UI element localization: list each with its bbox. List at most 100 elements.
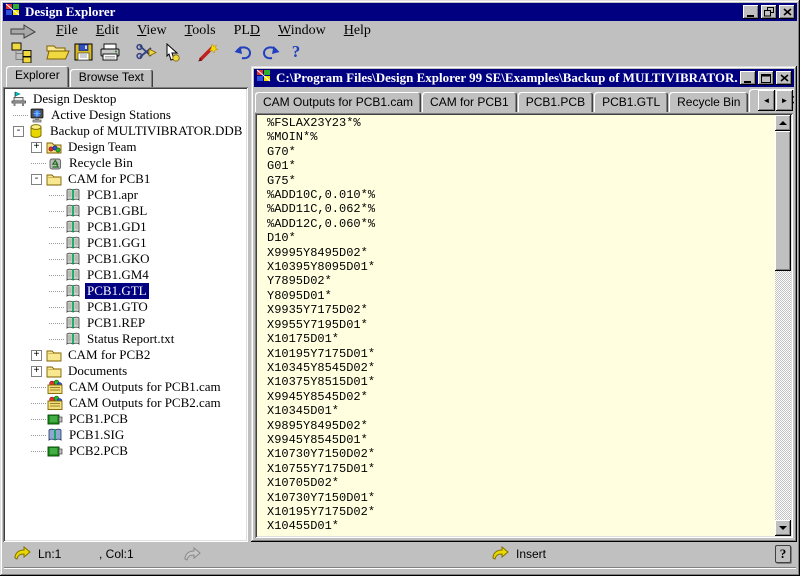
bottom-divider <box>4 567 796 569</box>
editor-line: G75* <box>267 174 771 188</box>
tab-browse-text[interactable]: Browse Text <box>70 69 153 87</box>
recycle-icon <box>47 155 63 171</box>
tree-item-pcb1-sig[interactable]: PCB1.SIG <box>5 427 246 443</box>
open-folder-button[interactable] <box>45 41 71 63</box>
expand-box[interactable]: + <box>31 350 42 361</box>
document-tab-cam-for-pcb1[interactable]: CAM for PCB1 <box>422 92 517 112</box>
doc-minimize-button[interactable] <box>740 71 756 85</box>
toolbar: ? <box>3 40 797 64</box>
tree-item-cam-for-pcb1[interactable]: -CAM for PCB1 <box>5 171 246 187</box>
cut-button[interactable] <box>133 41 159 63</box>
expand-box[interactable]: + <box>31 366 42 377</box>
tree-item-label: Active Design Stations <box>49 107 173 123</box>
tab-scroll-right-button[interactable]: ► <box>776 90 793 111</box>
team-folder-icon <box>46 139 62 155</box>
tree-item-pcb1-gd1[interactable]: PCB1.GD1 <box>5 219 246 235</box>
tree-item-design-team[interactable]: + Design Team <box>5 139 246 155</box>
minimize-button[interactable] <box>743 5 759 19</box>
menu-edit[interactable]: Edit <box>87 22 128 39</box>
document-tab-label: CAM Outputs for PCB1.cam <box>263 95 413 109</box>
collapse-box[interactable]: - <box>31 174 42 185</box>
tab-explorer[interactable]: Explorer <box>6 66 69 87</box>
tree-item-label: PCB2.PCB <box>67 443 130 459</box>
gerber-doc-icon <box>65 235 81 251</box>
tree-item-pcb1-gbl[interactable]: PCB1.GBL <box>5 203 246 219</box>
menu-file[interactable]: File <box>47 22 87 39</box>
doc-close-button[interactable] <box>776 71 792 85</box>
tree-item-cam-for-pcb2[interactable]: +CAM for PCB2 <box>5 347 246 363</box>
document-tab-pcb1-pcb[interactable]: PCB1.PCB <box>518 92 593 112</box>
editor-line: X9895Y8495D02* <box>267 419 771 433</box>
print-button[interactable] <box>97 41 123 63</box>
save-button[interactable] <box>71 41 97 63</box>
tree-connector <box>49 227 64 228</box>
menu-help[interactable]: Help <box>335 22 380 39</box>
document-tab-recycle-bin[interactable]: Recycle Bin <box>669 92 748 112</box>
restore-button[interactable] <box>761 5 777 19</box>
pcb-icon <box>47 443 63 459</box>
document-tabs-strip: CAM Outputs for PCB1.camCAM for PCB1PCB1… <box>255 89 794 112</box>
tree-connector <box>49 275 64 276</box>
tree-item-cam-outputs-for-pcb1-cam[interactable]: CAM Outputs for PCB1.cam <box>5 379 246 395</box>
tree-item-recycle-bin[interactable]: Recycle Bin <box>5 155 246 171</box>
explorer-tree[interactable]: Design DesktopActive Design Stations-Bac… <box>3 87 248 542</box>
tree-connector <box>31 451 46 452</box>
tab-scroll-left-button[interactable]: ◄ <box>758 90 775 111</box>
tree-item-design-desktop[interactable]: Design Desktop <box>5 91 246 107</box>
menu-arrow-icon[interactable] <box>9 23 39 39</box>
gerber-doc-icon <box>65 203 81 219</box>
doc-maximize-button[interactable] <box>758 71 774 85</box>
tree-item-documents[interactable]: +Documents <box>5 363 246 379</box>
tree-item-label: Design Team <box>66 139 139 155</box>
document-tab-cam-outputs-for-pcb1-cam[interactable]: CAM Outputs for PCB1.cam <box>255 92 421 112</box>
gerber-doc-icon <box>65 315 81 331</box>
tree-item-label: PCB1.SIG <box>67 427 126 443</box>
help-button[interactable]: ? <box>283 41 309 63</box>
editor-line: %MOIN*% <box>267 130 771 144</box>
document-tab-pcb1-gtl[interactable]: PCB1.GTL <box>594 92 668 112</box>
editor-line: X10175D01* <box>267 332 771 346</box>
tree-item-pcb2-pcb[interactable]: PCB2.PCB <box>5 443 246 459</box>
close-button[interactable] <box>779 5 795 19</box>
menu-pld[interactable]: PLD <box>225 22 269 39</box>
document-tabs: CAM Outputs for PCB1.camCAM for PCB1PCB1… <box>254 88 794 112</box>
tree-item-pcb1-pcb[interactable]: PCB1.PCB <box>5 411 246 427</box>
gerber-doc-icon <box>65 331 81 347</box>
tree-item-backup-of-multivibrator-ddb[interactable]: -Backup of MULTIVIBRATOR.DDB <box>5 123 246 139</box>
editor-line: %ADD12C,0.060*% <box>267 217 771 231</box>
tree-item-pcb1-apr[interactable]: PCB1.apr <box>5 187 246 203</box>
status-help-button[interactable]: ? <box>775 545 791 563</box>
text-editor[interactable]: %FSLAX23Y23*%%MOIN*%G70*G01*G75*%ADD10C,… <box>255 113 793 538</box>
explorer-toggle-button[interactable] <box>9 41 35 63</box>
menu-tools[interactable]: Tools <box>176 22 225 39</box>
editor-line: X10755Y7175D01* <box>267 462 771 476</box>
tree-item-label: PCB1.apr <box>85 187 140 203</box>
expand-box[interactable]: + <box>31 142 42 153</box>
tree-item-active-design-stations[interactable]: Active Design Stations <box>5 107 246 123</box>
editor-line: %ADD11C,0.062*% <box>267 202 771 216</box>
pick-button[interactable] <box>159 41 185 63</box>
tree-item-label: PCB1.GM4 <box>85 267 151 283</box>
tree-connector <box>13 115 28 116</box>
editor-line: X10730Y7150D02* <box>267 447 771 461</box>
menu-view[interactable]: View <box>128 22 176 39</box>
tree-item-label: PCB1.PCB <box>67 411 130 427</box>
insert-mode-indicator: Insert <box>516 547 546 561</box>
tree-item-pcb1-gto[interactable]: PCB1.GTO <box>5 299 246 315</box>
editor-line: %FSLAX23Y23*% <box>267 116 771 130</box>
undo-button[interactable] <box>231 41 257 63</box>
cam-icon <box>47 379 63 395</box>
tree-item-pcb1-rep[interactable]: PCB1.REP <box>5 315 246 331</box>
collapse-box[interactable]: - <box>13 126 24 137</box>
tree-connector <box>49 259 64 260</box>
pen-button[interactable] <box>195 41 221 63</box>
menu-window[interactable]: Window <box>269 22 335 39</box>
document-title: C:\Program Files\Design Explorer 99 SE\E… <box>276 70 738 86</box>
tree-item-pcb1-gtl[interactable]: PCB1.GTL <box>5 283 246 299</box>
tree-item-pcb1-gm4[interactable]: PCB1.GM4 <box>5 267 246 283</box>
tree-item-cam-outputs-for-pcb2-cam[interactable]: CAM Outputs for PCB2.cam <box>5 395 246 411</box>
tree-item-pcb1-gko[interactable]: PCB1.GKO <box>5 251 246 267</box>
tree-item-pcb1-gg1[interactable]: PCB1.GG1 <box>5 235 246 251</box>
tree-item-status-report-txt[interactable]: Status Report.txt <box>5 331 246 347</box>
redo-button[interactable] <box>257 41 283 63</box>
